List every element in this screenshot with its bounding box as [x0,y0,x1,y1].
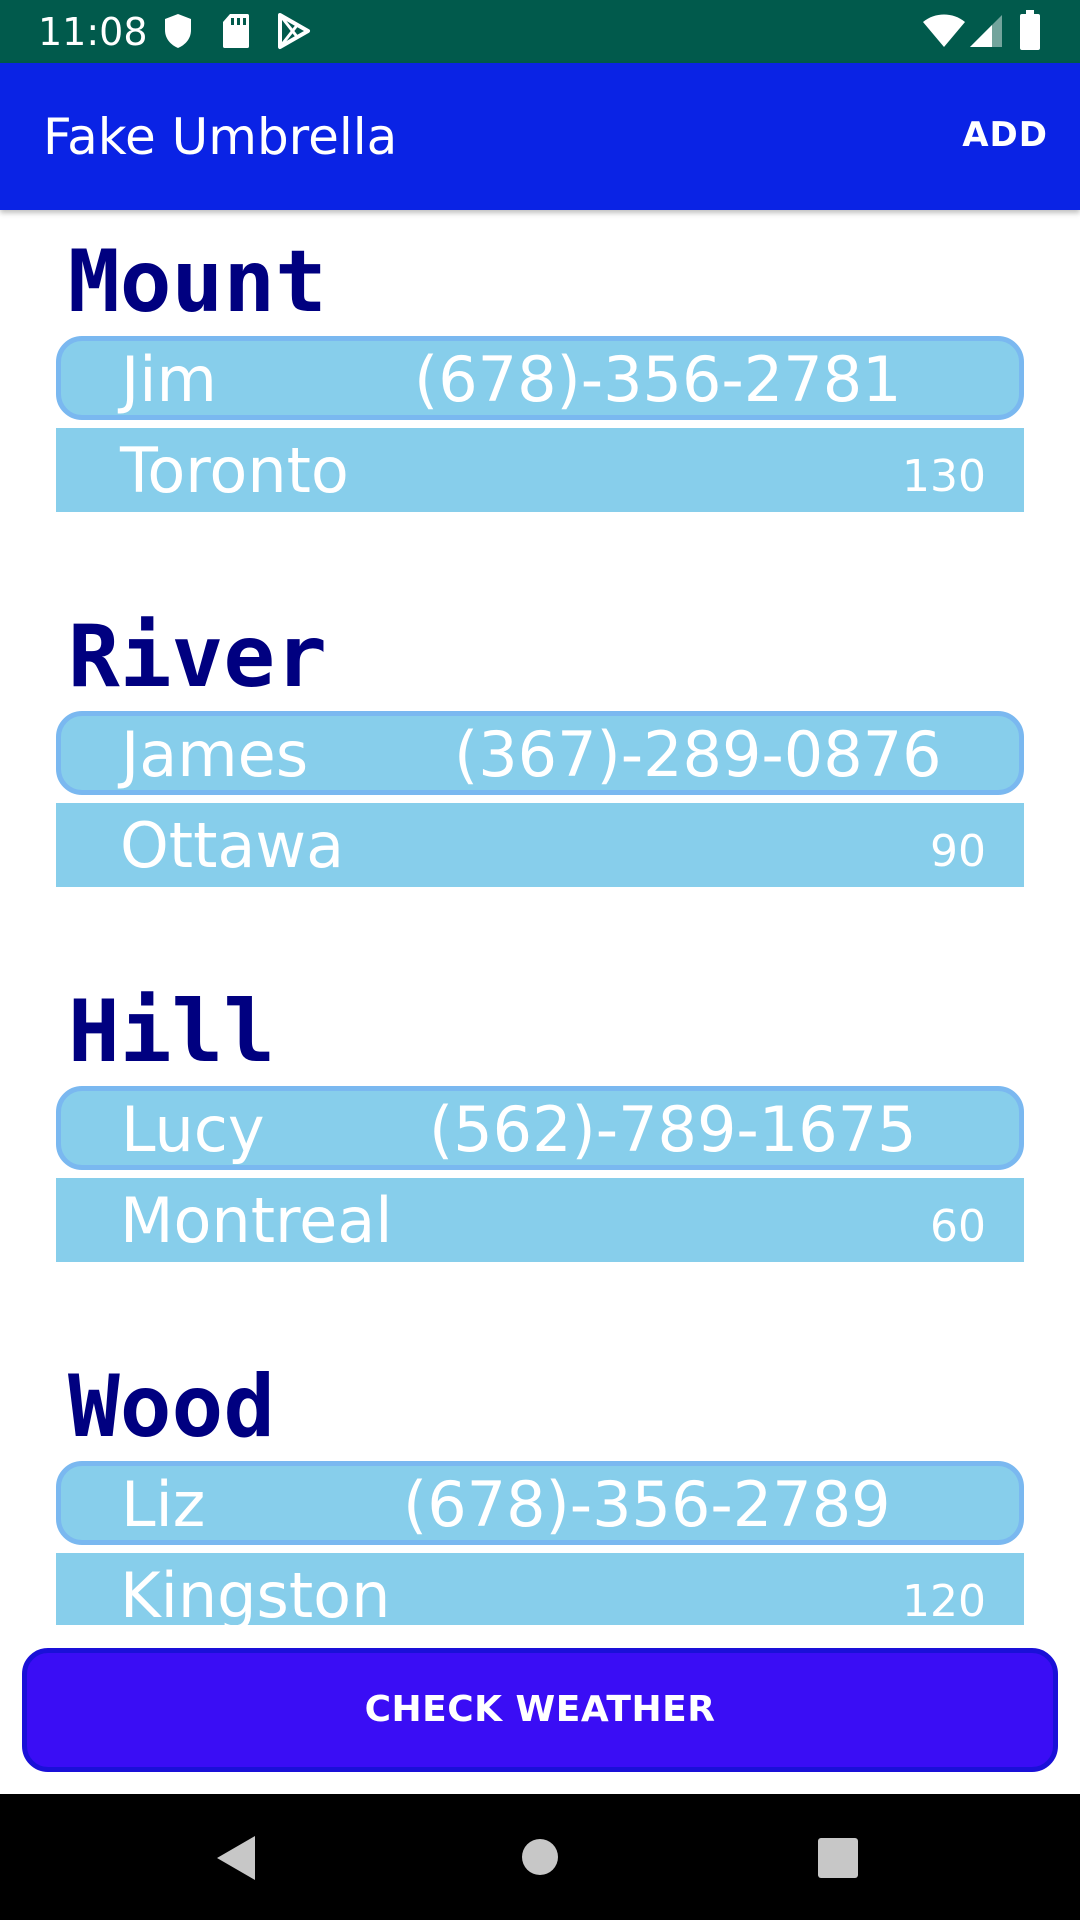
contact-row[interactable]: Jim (678)-356-2781 [56,336,1024,420]
contact-name: Jim [121,343,217,416]
contact-row[interactable]: James (367)-289-0876 [56,711,1024,795]
status-time: 11:08 [38,10,148,54]
contact-name: James [121,718,309,791]
contact-phone: (367)-289-0876 [454,718,942,791]
contact-card[interactable]: River James (367)-289-0876 Ottawa 90 [0,585,1080,960]
check-weather-button[interactable]: CHECK WEATHER [22,1648,1058,1772]
contact-phone: (562)-789-1675 [429,1093,917,1166]
contact-phone: (678)-356-2781 [414,343,902,416]
signal-icon [968,14,1004,53]
contact-surname: Wood [68,1357,276,1457]
contact-surname: Mount [68,232,327,332]
city-name: Ottawa [120,809,345,882]
recents-icon[interactable] [818,1838,858,1883]
battery-icon [1019,10,1041,55]
contact-surname: Hill [68,982,276,1082]
city-value: 120 [902,1576,986,1626]
city-value: 90 [930,826,986,877]
city-row[interactable]: Ottawa 90 [56,803,1024,887]
home-icon[interactable] [521,1838,559,1881]
contact-card[interactable]: Mount Jim (678)-356-2781 Toronto 130 [0,210,1080,585]
city-value: 60 [930,1201,986,1252]
contact-name: Liz [121,1468,206,1541]
contact-row[interactable]: Liz (678)-356-2789 [56,1461,1024,1545]
shield-icon [163,12,193,55]
city-row[interactable]: Montreal 60 [56,1178,1024,1262]
contact-card[interactable]: Hill Lucy (562)-789-1675 Montreal 60 [0,960,1080,1335]
contact-name: Lucy [121,1093,265,1166]
wifi-icon [922,14,966,53]
contact-row[interactable]: Lucy (562)-789-1675 [56,1086,1024,1170]
app-title: Fake Umbrella [43,108,398,166]
status-bar: 11:08 [0,0,1080,63]
add-button[interactable]: ADD [962,113,1048,157]
sd-card-icon [221,12,251,55]
city-row[interactable]: Kingston 120 [56,1553,1024,1625]
city-value: 130 [902,451,986,502]
app-bar: Fake Umbrella ADD [0,63,1080,210]
contact-list[interactable]: Mount Jim (678)-356-2781 Toronto 130 Riv… [0,210,1080,1625]
back-icon[interactable] [213,1834,257,1887]
contact-phone: (678)-356-2789 [403,1468,891,1541]
city-row[interactable]: Toronto 130 [56,428,1024,512]
city-name: Kingston [120,1559,391,1626]
city-name: Montreal [120,1184,393,1257]
city-name: Toronto [120,434,349,507]
navigation-bar [0,1794,1080,1920]
contact-card[interactable]: Wood Liz (678)-356-2789 Kingston 120 [0,1335,1080,1625]
play-store-icon [276,12,312,55]
contact-surname: River [68,607,327,707]
